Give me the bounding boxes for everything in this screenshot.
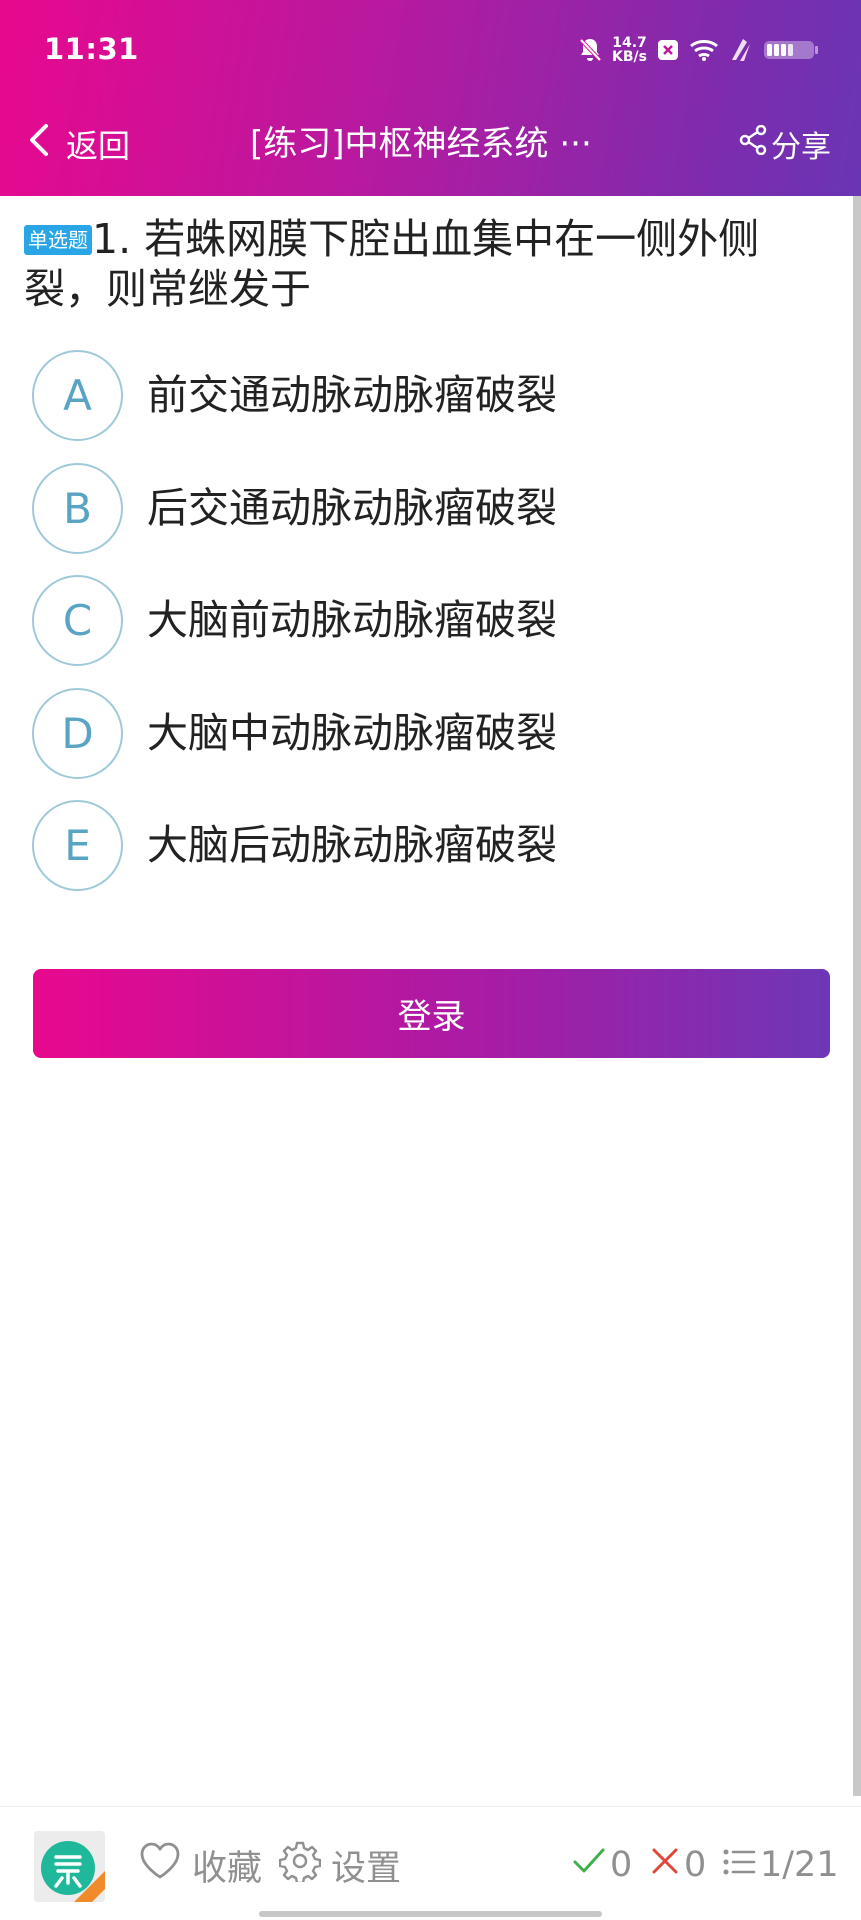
option-b[interactable]: B 后交通动脉动脉瘤破裂 [32,462,832,576]
question-text: 1. 若蛛网膜下腔出血集中在一侧外侧裂，则常继发于 [24,215,760,313]
wrong-count: 0 [650,1835,706,1895]
status-bar: 11:31 14.7 KB/s [0,0,861,100]
favorite-button[interactable]: 收藏 [138,1835,262,1895]
correct-count-value: 0 [610,1845,633,1885]
app-logo-icon [34,1831,105,1902]
option-text: 大脑后动脉动脉瘤破裂 [147,821,557,869]
bell-off-icon [578,37,602,63]
share-label: 分享 [771,130,831,165]
options-list: A 前交通动脉动脉瘤破裂 B 后交通动脉动脉瘤破裂 C 大脑前动脉动脉瘤破裂 D… [32,350,832,913]
scrollbar[interactable] [853,196,861,1796]
question-type-badge: 单选题 [24,225,92,255]
option-d[interactable]: D 大脑中动脉动脉瘤破裂 [32,687,832,801]
status-time: 11:31 [44,32,139,66]
chevron-left-icon [28,123,50,165]
net-speed: 14.7 KB/s [612,36,647,64]
nav-bar: 返回 [练习]中枢神经系统 ··· 分享 [0,100,861,196]
option-text: 大脑中动脉动脉瘤破裂 [147,708,557,757]
heart-icon [138,1841,182,1890]
cross-icon [650,1845,680,1885]
check-icon [572,1845,606,1885]
option-letter: B [32,462,123,554]
home-indicator[interactable] [259,1911,602,1917]
flash-charge-icon [729,38,753,62]
wrong-count-value: 0 [684,1845,707,1885]
correct-count: 0 [572,1835,632,1895]
option-a[interactable]: A 前交通动脉动脉瘤破裂 [32,350,832,463]
question-stem: 单选题1. 若蛛网膜下腔出血集中在一侧外侧裂，则常继发于 [24,214,814,314]
status-icons: 14.7 KB/s [578,32,819,68]
net-speed-value: 14.7 [612,35,647,51]
settings-button[interactable]: 设置 [278,1835,402,1895]
net-speed-unit: KB/s [612,49,647,65]
progress-button[interactable]: 1/21 [722,1835,839,1895]
header: 11:31 14.7 KB/s 返回 [练习]中枢神经系统 ··· 分享 [0,0,861,196]
progress-value: 1/21 [760,1845,839,1885]
list-icon [722,1845,756,1885]
close-box-icon [657,39,679,61]
option-text: 后交通动脉动脉瘤破裂 [147,483,557,532]
option-letter: E [32,800,123,891]
option-letter: C [32,575,123,666]
login-button[interactable]: 登录 [33,969,830,1058]
back-label: 返回 [66,127,131,165]
option-text: 大脑前动脉动脉瘤破裂 [147,596,557,644]
settings-label: 设置 [331,1848,402,1889]
share-button[interactable]: 分享 [739,114,831,174]
wifi-icon [689,38,719,62]
gear-icon [278,1840,322,1891]
option-text: 前交通动脉动脉瘤破裂 [147,371,557,419]
favorite-label: 收藏 [192,1848,263,1889]
battery-icon [763,39,819,61]
back-button[interactable]: 返回 [28,114,130,174]
option-letter: D [32,687,123,779]
option-e[interactable]: E 大脑后动脉动脉瘤破裂 [32,800,832,913]
option-letter: A [32,350,123,441]
bottom-bar: 收藏 设置 0 0 1/21 [0,1806,861,1920]
page-title: [练习]中枢神经系统 ··· [250,124,592,164]
share-icon [739,124,767,163]
option-c[interactable]: C 大脑前动脉动脉瘤破裂 [32,575,832,688]
